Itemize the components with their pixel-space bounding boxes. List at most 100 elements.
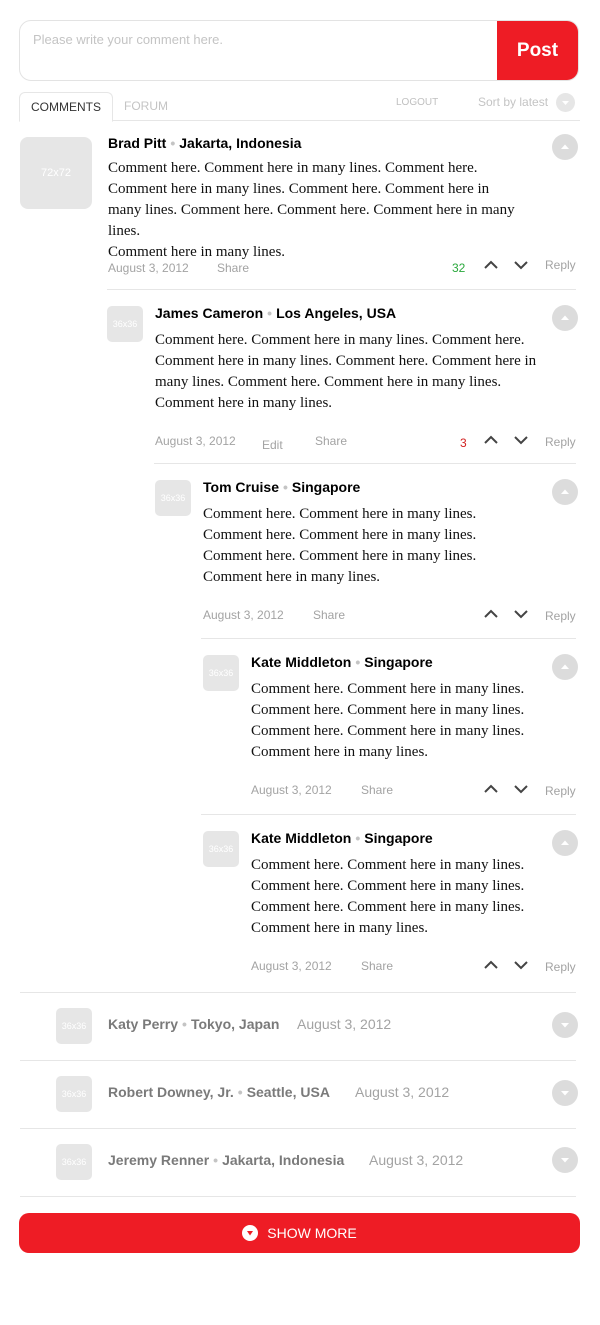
avatar: 36x36 [203, 655, 239, 691]
avatar: 36x36 [56, 1008, 92, 1044]
comment-author-line: Kate Middleton • Singapore [251, 830, 433, 846]
comment-date: August 3, 2012 [297, 1016, 392, 1032]
reply-link[interactable]: Reply [545, 784, 576, 798]
comment-line: Comment here. Comment here in many lines… [251, 681, 525, 697]
downvote-icon[interactable] [513, 257, 529, 273]
comment-line: Comment here in many lines. Comment here… [108, 181, 490, 197]
divider [20, 992, 576, 993]
upvote-icon[interactable] [483, 781, 499, 797]
collapse-icon[interactable] [552, 830, 578, 856]
comment-body: Comment here. Comment here in many lines… [108, 158, 548, 263]
comment-author-line: Robert Downey, Jr. • Seattle, USA [108, 1084, 330, 1100]
chevron-down-icon [242, 1225, 259, 1241]
comment-body: Comment here. Comment here in many lines… [251, 855, 546, 939]
comment-author-line: Jeremy Renner • Jakarta, Indonesia [108, 1152, 344, 1168]
vote-count: 3 [460, 436, 467, 450]
author-name[interactable]: Katy Perry [108, 1016, 178, 1032]
comment-line: Comment here. Comment here in many lines… [203, 527, 477, 543]
share-link[interactable]: Share [361, 959, 393, 973]
author-location: Singapore [364, 654, 433, 670]
comment-date: August 3, 2012 [155, 434, 236, 448]
comment-line: many lines. Comment here. Comment here i… [155, 374, 502, 390]
share-link[interactable]: Share [315, 434, 347, 448]
tab-comments[interactable]: COMMENTS [19, 92, 113, 122]
downvote-icon[interactable] [513, 957, 529, 973]
upvote-icon[interactable] [483, 957, 499, 973]
edit-link[interactable]: Edit [262, 438, 283, 452]
comment-line: Comment here. Comment here in many lines… [108, 160, 478, 176]
sort-dropdown[interactable]: Sort by latest [478, 95, 548, 109]
reply-link[interactable]: Reply [545, 258, 576, 272]
avatar: 72x72 [20, 137, 92, 209]
comment-line: Comment here. Comment here in many lines… [203, 548, 477, 564]
comment-date: August 3, 2012 [203, 608, 284, 622]
author-location: Jakarta, Indonesia [222, 1152, 345, 1168]
author-location: Seattle, USA [246, 1084, 330, 1100]
share-link[interactable]: Share [313, 608, 345, 622]
upvote-icon[interactable] [483, 606, 499, 622]
downvote-icon[interactable] [513, 781, 529, 797]
author-name[interactable]: Brad Pitt [108, 135, 166, 151]
comment-line: Comment here in many lines. [251, 920, 429, 936]
reply-link[interactable]: Reply [545, 609, 576, 623]
post-button[interactable]: Post [497, 21, 578, 80]
comment-line: Comment here. Comment here in many lines… [251, 878, 525, 894]
comment-date: August 3, 2012 [369, 1152, 464, 1168]
expand-icon[interactable] [552, 1080, 578, 1106]
author-location: Singapore [291, 479, 361, 495]
reply-link[interactable]: Reply [545, 435, 576, 449]
comment-line: Comment here. Comment here in many lines… [251, 857, 525, 873]
share-link[interactable]: Share [217, 261, 249, 275]
share-link[interactable]: Share [361, 783, 393, 797]
avatar: 36x36 [56, 1144, 92, 1180]
show-more-label: SHOW MORE [267, 1225, 357, 1241]
comment-line: many lines. Comment here. Comment here. … [108, 202, 515, 239]
collapse-icon[interactable] [552, 654, 578, 680]
collapse-icon[interactable] [552, 305, 578, 331]
avatar: 36x36 [107, 306, 143, 342]
logout-link[interactable]: LOGOUT [396, 97, 438, 108]
avatar: 36x36 [203, 831, 239, 867]
comment-author-line: Kate Middleton • Singapore [251, 654, 433, 670]
collapse-icon[interactable] [552, 134, 578, 160]
comment-composer: Post [19, 20, 579, 81]
collapse-icon[interactable] [552, 479, 578, 505]
comment-date: August 3, 2012 [108, 261, 189, 275]
comment-line: Comment here in many lines. Comment here… [155, 353, 537, 369]
avatar: 36x36 [155, 480, 191, 516]
comment-line: Comment here in many lines. [155, 395, 333, 411]
comment-body: Comment here. Comment here in many lines… [251, 679, 546, 763]
sort-chevron-icon[interactable] [556, 93, 575, 112]
expand-icon[interactable] [552, 1012, 578, 1038]
author-name[interactable]: Tom Cruise [203, 479, 279, 495]
author-name[interactable]: Kate Middleton [251, 830, 351, 846]
tab-bar: COMMENTS FORUM LOGOUT Sort by latest [19, 92, 580, 122]
separator-dot: • [282, 479, 288, 495]
comment-line: Comment here in many lines. [251, 744, 429, 760]
author-location: Los Angeles, USA [276, 305, 397, 321]
expand-icon[interactable] [552, 1147, 578, 1173]
comment-line: Comment here. Comment here in many lines… [155, 332, 525, 348]
comment-date: August 3, 2012 [355, 1084, 450, 1100]
avatar: 36x36 [56, 1076, 92, 1112]
comment-author-line: Katy Perry • Tokyo, Japan [108, 1016, 279, 1032]
comment-input[interactable] [20, 21, 498, 80]
author-name[interactable]: James Cameron [155, 305, 263, 321]
separator-dot: • [355, 654, 361, 670]
comment-author-line: Tom Cruise • Singapore [203, 479, 360, 495]
comment-body: Comment here. Comment here in many lines… [155, 330, 560, 414]
upvote-icon[interactable] [483, 432, 499, 448]
downvote-icon[interactable] [513, 432, 529, 448]
vote-count: 32 [452, 261, 466, 275]
downvote-icon[interactable] [513, 606, 529, 622]
comment-body: Comment here. Comment here in many lines… [203, 504, 543, 588]
comment-date: August 3, 2012 [251, 783, 332, 797]
show-more-button[interactable]: SHOW MORE [19, 1213, 580, 1253]
upvote-icon[interactable] [483, 257, 499, 273]
tab-forum[interactable]: FORUM [124, 92, 168, 121]
reply-link[interactable]: Reply [545, 960, 576, 974]
comment-line: Comment here in many lines. [108, 244, 286, 260]
author-name[interactable]: Jeremy Renner [108, 1152, 209, 1168]
author-name[interactable]: Robert Downey, Jr. [108, 1084, 234, 1100]
author-name[interactable]: Kate Middleton [251, 654, 351, 670]
